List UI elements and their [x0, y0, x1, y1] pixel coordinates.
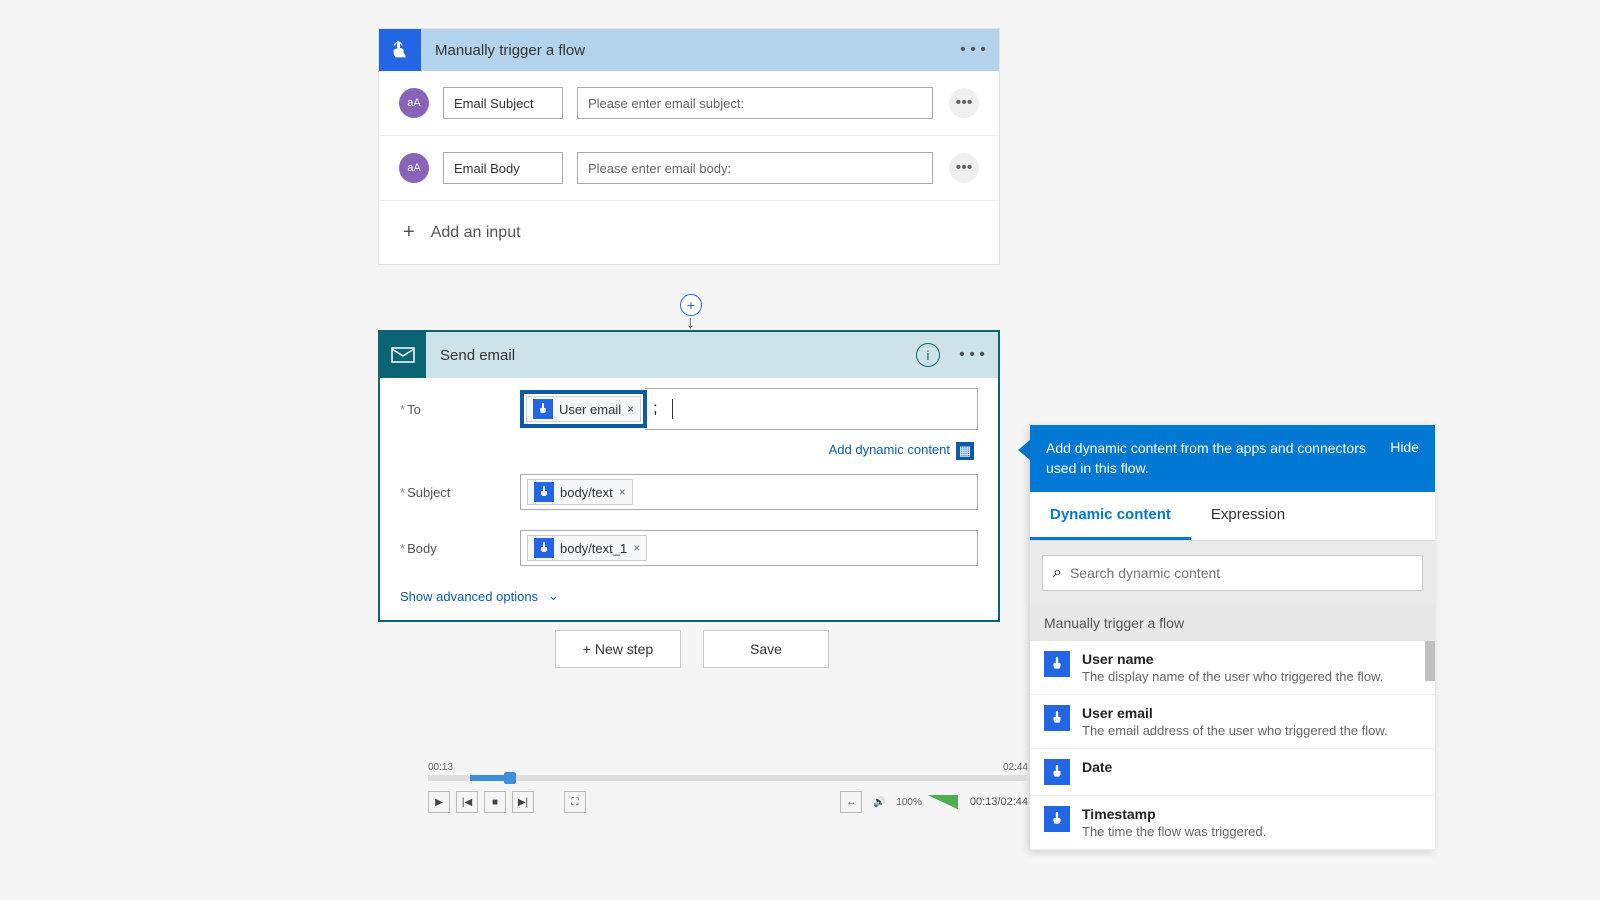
dyn-item-user-email[interactable]: User emailThe email address of the user … — [1030, 695, 1435, 749]
to-input[interactable]: ; — [645, 388, 978, 430]
action-menu-button[interactable]: • • • — [956, 346, 988, 364]
input-prompt-field[interactable]: Please enter email subject: — [577, 87, 933, 119]
chevron-down-icon: ⌄ — [548, 588, 559, 604]
new-step-button[interactable]: + New step — [555, 630, 681, 668]
play-button[interactable]: ▶ — [428, 791, 450, 813]
input-menu-button[interactable]: ••• — [949, 88, 979, 118]
dyn-item-timestamp[interactable]: TimestampThe time the flow was triggered… — [1030, 796, 1435, 850]
trigger-input-row: aA Email Subject Please enter email subj… — [379, 71, 999, 136]
trigger-icon — [379, 29, 421, 71]
field-label: *To — [400, 402, 520, 417]
add-dynamic-content-link[interactable]: Add dynamic content ▦ — [380, 440, 998, 464]
search-dynamic-content[interactable]: ⌕ — [1042, 555, 1423, 591]
action-card: Send email i • • • *To User email × ; — [378, 330, 1000, 622]
aspect-button[interactable]: ↔ — [840, 791, 862, 813]
dynamic-tabs: Dynamic content Expression — [1030, 492, 1435, 541]
trigger-token-icon — [534, 538, 554, 558]
trigger-menu-button[interactable]: • • • — [957, 41, 989, 59]
dynamic-panel-header: Add dynamic content from the apps and co… — [1030, 425, 1435, 492]
panel-pointer — [1018, 440, 1030, 460]
body-input[interactable]: body/text_1 × — [520, 530, 978, 566]
remove-token-button[interactable]: × — [619, 485, 626, 499]
token-body-text[interactable]: body/text × — [527, 479, 633, 505]
input-name-field[interactable]: Email Subject — [443, 87, 563, 119]
dynamic-items-list[interactable]: User nameThe display name of the user wh… — [1030, 641, 1435, 850]
text-type-icon: aA — [399, 88, 429, 118]
input-name-field[interactable]: Email Body — [443, 152, 563, 184]
player-seekbar[interactable]: 00:13 02:44 — [428, 775, 1028, 781]
prev-button[interactable]: |◀ — [456, 791, 478, 813]
field-subject: *Subject body/text × — [380, 464, 998, 520]
trigger-token-icon — [1044, 651, 1070, 677]
dynamic-group-header: Manually trigger a flow — [1030, 605, 1435, 641]
token-user-email[interactable]: User email × — [526, 396, 641, 422]
save-button[interactable]: Save — [703, 630, 829, 668]
elapsed-time: 00:13 — [428, 762, 453, 773]
subject-input[interactable]: body/text × — [520, 474, 978, 510]
seek-thumb[interactable] — [504, 772, 516, 784]
video-player: 00:13 02:44 ▶ |◀ ■ ▶| ⛶ ↔ 🔊 100% 00:13/0… — [428, 775, 1028, 813]
trigger-header[interactable]: Manually trigger a flow • • • — [379, 29, 999, 71]
trigger-token-icon — [534, 482, 554, 502]
remove-token-button[interactable]: × — [633, 541, 640, 555]
trigger-token-icon — [1044, 759, 1070, 785]
field-body: *Body body/text_1 × — [380, 520, 998, 576]
trigger-token-icon — [1044, 806, 1070, 832]
remove-token-button[interactable]: × — [627, 402, 634, 416]
add-input-button[interactable]: + Add an input — [379, 201, 999, 264]
trigger-title: Manually trigger a flow — [435, 42, 957, 59]
token-body-text-1[interactable]: body/text_1 × — [527, 535, 647, 561]
stop-button[interactable]: ■ — [484, 791, 506, 813]
field-to: *To User email × ; — [380, 378, 998, 440]
trigger-card: Manually trigger a flow • • • aA Email S… — [378, 28, 1000, 265]
search-input[interactable] — [1070, 565, 1412, 581]
volume-slider[interactable] — [928, 795, 958, 809]
dynamic-content-panel: Add dynamic content from the apps and co… — [1030, 425, 1435, 850]
highlighted-token-area: User email × — [520, 390, 647, 428]
dyn-item-user-name[interactable]: User nameThe display name of the user wh… — [1030, 641, 1435, 695]
tab-expression[interactable]: Expression — [1191, 492, 1305, 540]
trigger-token-icon — [533, 399, 553, 419]
hide-panel-button[interactable]: Hide — [1390, 439, 1419, 455]
fullscreen-button[interactable]: ⛶ — [564, 791, 586, 813]
volume-icon[interactable]: 🔊 — [868, 791, 890, 813]
mail-icon — [380, 332, 426, 378]
action-title: Send email — [440, 347, 916, 364]
total-time: 02:44 — [1003, 762, 1028, 773]
info-icon[interactable]: i — [916, 343, 940, 367]
add-dynamic-icon: ▦ — [956, 442, 974, 460]
text-cursor — [672, 399, 673, 419]
plus-icon: + — [403, 221, 415, 244]
zoom-level: 100% — [896, 797, 922, 808]
action-header[interactable]: Send email i • • • — [380, 332, 998, 378]
time-combo: 00:13/02:44 — [970, 796, 1028, 808]
text-type-icon: aA — [399, 153, 429, 183]
input-menu-button[interactable]: ••• — [949, 153, 979, 183]
show-advanced-options[interactable]: Show advanced options ⌄ — [380, 576, 998, 620]
tab-dynamic-content[interactable]: Dynamic content — [1030, 492, 1191, 540]
trigger-token-icon — [1044, 705, 1070, 731]
field-label: *Subject — [400, 485, 520, 500]
search-icon: ⌕ — [1053, 564, 1062, 582]
trigger-input-row: aA Email Body Please enter email body: •… — [379, 136, 999, 201]
field-label: *Body — [400, 541, 520, 556]
add-input-label: Add an input — [431, 224, 521, 242]
dyn-item-date[interactable]: Date — [1030, 749, 1435, 796]
next-button[interactable]: ▶| — [512, 791, 534, 813]
scrollbar-thumb[interactable] — [1425, 641, 1435, 681]
input-prompt-field[interactable]: Please enter email body: — [577, 152, 933, 184]
progress-fill — [470, 775, 508, 781]
